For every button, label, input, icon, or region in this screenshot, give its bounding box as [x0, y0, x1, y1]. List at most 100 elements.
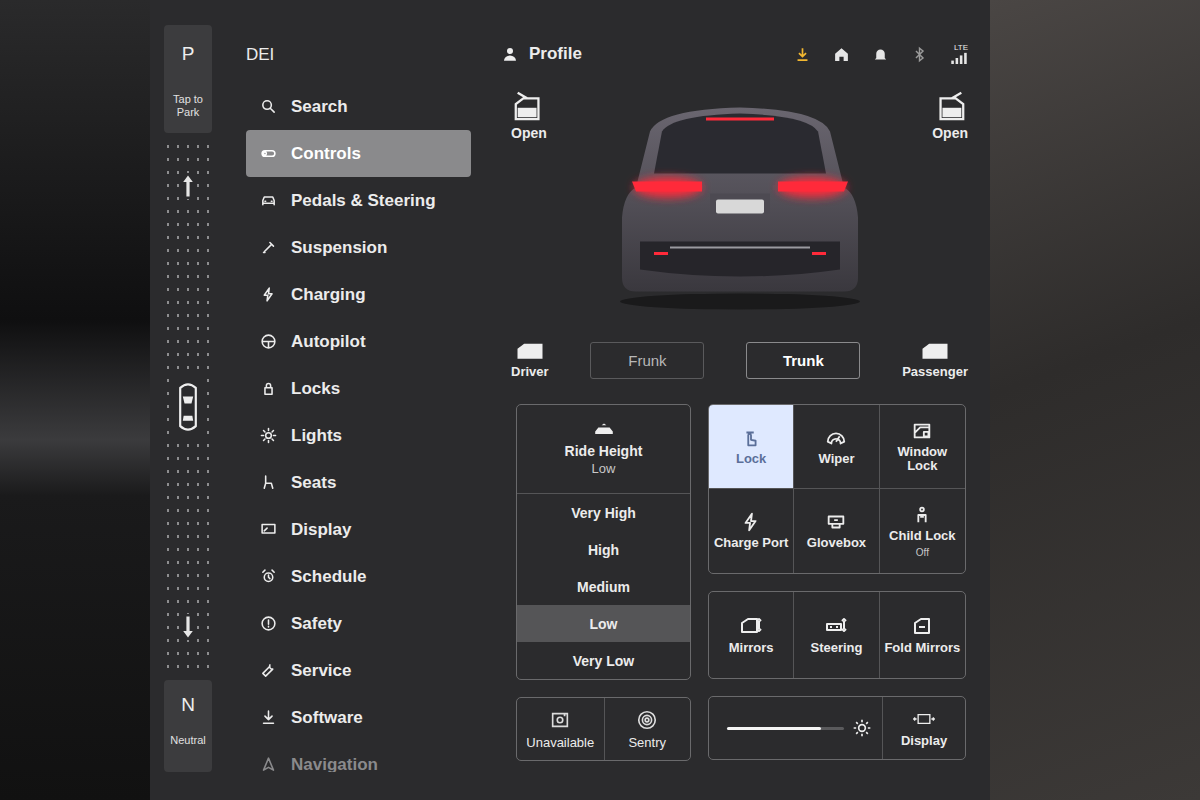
sidebar-label: Search — [291, 97, 348, 117]
sidebar-item[interactable]: Suspension — [246, 224, 471, 271]
sidebar-item[interactable]: Pedals & Steering — [246, 177, 471, 224]
sentry-icon — [636, 709, 658, 731]
fold-mirror-icon — [909, 614, 935, 638]
front-door-icon — [514, 342, 546, 362]
gear-selector[interactable]: PTap to Park NNeutral — [164, 25, 212, 772]
mirror-controls: Mirrors Steering Fold Mirrors — [708, 591, 966, 679]
quick-control[interactable]: Wiper — [794, 405, 879, 489]
ride-height-option[interactable]: Very Low — [517, 642, 690, 679]
sidebar-label: Seats — [291, 473, 336, 493]
neutral-indicator[interactable]: NNeutral — [164, 680, 212, 772]
closure-button[interactable]: Trunk — [746, 342, 860, 379]
display-icon — [260, 521, 277, 538]
left-door-button[interactable]: Open — [501, 87, 557, 141]
search-icon — [260, 98, 277, 115]
sidebar-item[interactable]: Software — [246, 694, 471, 741]
top-bar: Profile LTE — [501, 39, 978, 69]
wrench-icon — [260, 662, 277, 679]
sidebar-label: Autopilot — [291, 332, 366, 352]
sidebar-item[interactable]: Locks — [246, 365, 471, 412]
sidebar-item[interactable]: Safety — [246, 600, 471, 647]
door-label: Passenger — [902, 364, 968, 379]
right-door-button[interactable]: Open — [922, 87, 978, 141]
up-arrow-icon — [180, 173, 196, 199]
quick-control-state: Off — [916, 547, 929, 558]
photo: PTap to ParkNNeutralDEISearchControlsPed… — [0, 0, 1200, 800]
falcon-door-icon — [512, 87, 546, 121]
sidebar-item[interactable]: Search — [246, 83, 471, 130]
display-button[interactable]: Display — [883, 697, 965, 759]
cellular-signal: LTE — [950, 44, 968, 64]
sidebar-item[interactable]: Lights — [246, 412, 471, 459]
download-icon — [260, 709, 277, 726]
ride-height-option[interactable]: High — [517, 531, 690, 568]
gear-track[interactable] — [164, 143, 212, 670]
sidebar-item[interactable]: Charging — [246, 271, 471, 318]
sun-icon — [260, 427, 277, 444]
door-label: Driver — [511, 364, 549, 379]
sidebar-item[interactable]: Display — [246, 506, 471, 553]
profile-button[interactable]: Profile — [501, 44, 582, 64]
mirror-control[interactable]: Steering — [794, 592, 879, 678]
car-top-icon — [175, 378, 201, 436]
sidebar-label: Controls — [291, 144, 361, 164]
mirror-control[interactable]: Fold Mirrors — [880, 592, 965, 678]
door-label: Open — [932, 125, 968, 141]
ride-height-card: Ride HeightLowVery HighHighMediumLowVery… — [516, 404, 691, 680]
home-icon[interactable] — [833, 46, 850, 63]
sidebar-item[interactable]: Schedule — [246, 553, 471, 600]
mirror-control-label: Fold Mirrors — [884, 641, 960, 655]
sidebar-label: Suspension — [291, 238, 387, 258]
controls-panel: Profile LTE Open Open Driver Frunk Trunk Passen… — [471, 25, 990, 772]
camera-label: Unavailable — [526, 735, 594, 750]
slider-track[interactable] — [727, 727, 844, 730]
ride-height-option[interactable]: Medium — [517, 568, 690, 605]
hand-icon — [740, 427, 762, 449]
closure-button[interactable]: Frunk — [590, 342, 704, 379]
quick-control-label: Charge Port — [714, 536, 788, 550]
sidebar-item[interactable]: Navigation — [246, 741, 471, 772]
ride-height-option[interactable]: Low — [517, 605, 690, 642]
alarm-icon — [260, 568, 277, 585]
ride-height-option[interactable]: Very High — [517, 494, 690, 531]
door-button[interactable]: Passenger — [902, 342, 968, 379]
sidebar-item[interactable]: Autopilot — [246, 318, 471, 365]
sidebar-label: Service — [291, 661, 352, 681]
sidebar-item[interactable]: Controls — [246, 130, 471, 177]
dashboard-trim — [0, 0, 150, 800]
sidebar-item[interactable]: Service — [246, 647, 471, 694]
mirror-control-label: Steering — [810, 641, 862, 655]
camera-button[interactable]: Sentry — [604, 698, 691, 760]
quick-control[interactable]: Lock — [709, 405, 794, 489]
door-button[interactable]: Driver — [511, 342, 549, 379]
sidebar-label: Lights — [291, 426, 342, 446]
quick-control[interactable]: Child Lock Off — [880, 489, 965, 573]
mirror-control[interactable]: Mirrors — [709, 592, 794, 678]
quick-control[interactable]: Window Lock — [880, 405, 965, 489]
sidebar-item[interactable]: Seats — [246, 459, 471, 506]
quick-control-label: Lock — [736, 452, 766, 466]
mirror-control-label: Mirrors — [729, 641, 774, 655]
sidebar-label: Schedule — [291, 567, 367, 587]
bluetooth-icon[interactable] — [911, 46, 928, 63]
vehicle-view: Open Open — [501, 69, 978, 334]
quick-control-label: Child Lock — [889, 529, 955, 543]
mirror-adjust-icon — [738, 614, 764, 638]
lock-icon — [260, 380, 277, 397]
seat-icon — [260, 474, 277, 491]
controls-grid: Ride HeightLowVery HighHighMediumLowVery… — [501, 404, 978, 761]
sidebar-label: Locks — [291, 379, 340, 399]
display-icon — [913, 708, 935, 730]
closures-row: Driver Frunk Trunk Passenger — [501, 334, 978, 386]
park-button[interactable]: PTap to Park — [164, 25, 212, 133]
quick-control[interactable]: Charge Port — [709, 489, 794, 573]
suspension-icon — [260, 239, 277, 256]
download-icon[interactable] — [794, 46, 811, 63]
gear-letter: N — [181, 694, 195, 716]
left-column: Ride HeightLowVery HighHighMediumLowVery… — [516, 404, 691, 761]
quick-control[interactable]: Glovebox — [794, 489, 879, 573]
brightness-slider[interactable] — [709, 697, 883, 759]
camera-button[interactable]: Unavailable — [517, 698, 604, 760]
bell-icon[interactable] — [872, 46, 889, 63]
cabin-background — [990, 0, 1200, 800]
